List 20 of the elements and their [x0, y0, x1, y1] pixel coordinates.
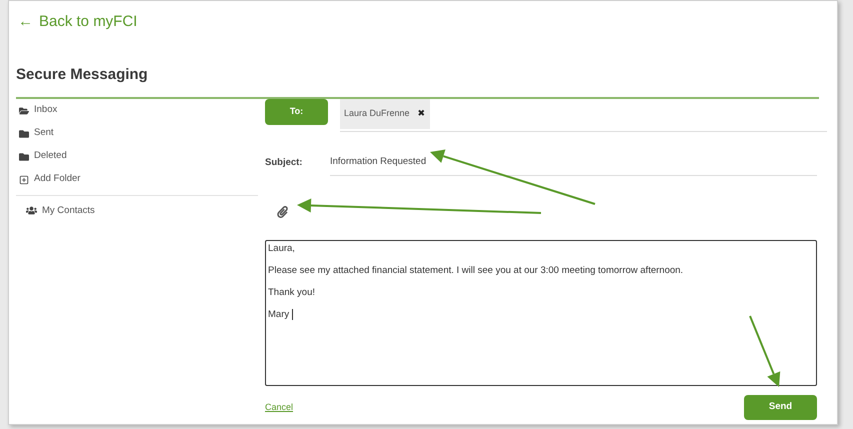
back-link[interactable]: ← Back to myFCI: [18, 11, 138, 34]
contacts-icon: [26, 205, 37, 216]
back-arrow-icon: ←: [18, 11, 33, 34]
folder-item[interactable]: Add Folder: [19, 172, 80, 186]
annotation-arrow: [749, 316, 780, 387]
folder-icon: [19, 128, 29, 138]
page-title: Secure Messaging: [16, 65, 148, 85]
add-folder-icon: [19, 174, 29, 184]
contacts-item[interactable]: My Contacts: [26, 204, 95, 218]
recipient-chip: Laura DuFrenne ✖: [340, 98, 430, 128]
folder-icon: [19, 152, 29, 162]
folder-item[interactable]: Inbox: [19, 104, 58, 118]
folder-item[interactable]: Deleted: [19, 150, 67, 164]
cancel-link[interactable]: Cancel: [265, 400, 294, 414]
folder-item[interactable]: Sent: [19, 126, 54, 140]
open-folder-icon: [19, 106, 29, 116]
subject-label: Subject:: [265, 156, 304, 170]
attachment-icon[interactable]: [277, 206, 288, 218]
message-field[interactable]: Laura, Please see my attached financial statement. I will see you at our 3:00 meeting tomorrow afternoon. Thank you! Mary: [265, 240, 817, 386]
remove-icon[interactable]: ✖: [418, 106, 426, 120]
